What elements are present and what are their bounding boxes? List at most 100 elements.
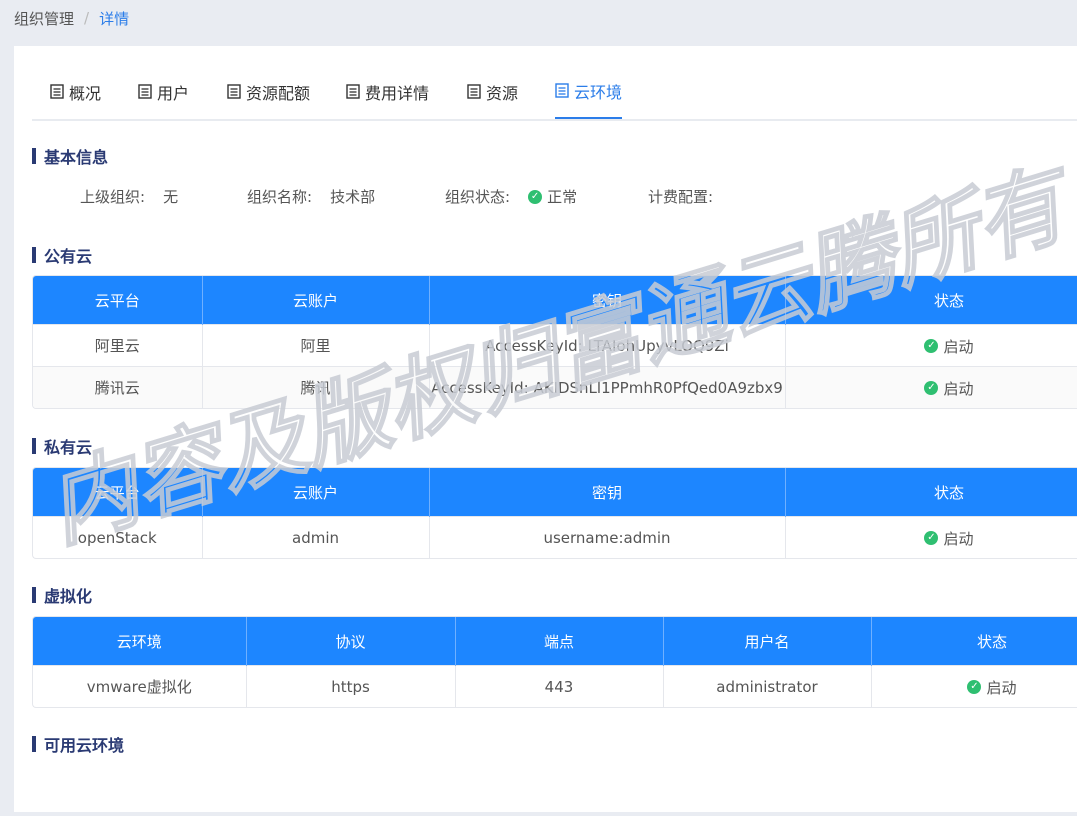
- info-value: 技术部: [330, 188, 376, 206]
- breadcrumb-separator: /: [84, 9, 90, 27]
- column-header: 用户名: [663, 617, 872, 666]
- tab-label: 云环境: [574, 82, 623, 102]
- document-list-icon: [467, 84, 481, 99]
- tab-resource-quota[interactable]: 资源配额: [227, 64, 310, 119]
- info-parent-org: 上级组织: 无: [80, 186, 178, 207]
- table-row[interactable]: vmware虚拟化 https 443 administrator ✓ 启动: [33, 665, 1077, 707]
- tab-bar: 概况 用户 资源配额 费用详情 资源 云环境: [32, 64, 1077, 121]
- column-header: 状态: [785, 468, 1077, 517]
- public-cloud-table: 云平台 云账户 密钥 状态 阿里云 阿里 AccessKeyId: LTAIoh…: [32, 275, 1077, 409]
- column-header: 密钥: [429, 276, 786, 325]
- breadcrumb-parent[interactable]: 组织管理: [14, 8, 74, 29]
- column-header: 云账户: [202, 276, 430, 325]
- table-header-row: 云平台 云账户 密钥 状态: [33, 276, 1077, 325]
- check-circle-icon: ✓: [924, 531, 939, 546]
- column-header: 云账户: [202, 468, 430, 517]
- table-row[interactable]: openStack admin username:admin ✓ 启动: [33, 516, 1077, 558]
- status-text: 启动: [943, 529, 974, 548]
- info-billing: 计费配置:: [648, 186, 713, 207]
- section-title-basic-info: 基本信息: [32, 146, 109, 167]
- info-value: ✓ 正常: [528, 186, 577, 207]
- breadcrumb: 组织管理 / 详情: [14, 6, 129, 30]
- info-label: 上级组织:: [80, 188, 146, 206]
- section-title-public-cloud: 公有云: [32, 245, 93, 266]
- table-row[interactable]: 腾讯云 腾讯 AccessKeyId: AKIDSnLl1PPmhR0PfQed…: [33, 366, 1077, 408]
- table-cell: 阿里云: [33, 324, 203, 367]
- column-header: 协议: [246, 617, 456, 666]
- check-circle-icon: ✓: [924, 381, 939, 396]
- detail-card: 概况 用户 资源配额 费用详情 资源 云环境 基本信息 上级组织: 无 组织名称…: [14, 46, 1077, 812]
- status-text: 正常: [547, 188, 578, 206]
- document-list-icon: [227, 84, 241, 99]
- column-header: 状态: [785, 276, 1077, 325]
- section-title-text: 虚拟化: [44, 587, 93, 606]
- table-cell-status: ✓ 启动: [871, 665, 1077, 707]
- tab-label: 概况: [69, 83, 102, 103]
- check-circle-icon: ✓: [967, 680, 982, 695]
- table-cell: vmware虚拟化: [33, 665, 247, 707]
- tab-cloud-environment[interactable]: 云环境: [555, 64, 623, 119]
- table-cell: openStack: [33, 516, 203, 558]
- table-cell: https: [246, 665, 456, 707]
- table-cell: administrator: [663, 665, 872, 707]
- section-title-text: 基本信息: [44, 148, 109, 167]
- tab-resources[interactable]: 资源: [467, 64, 518, 119]
- column-header: 云平台: [33, 276, 203, 325]
- tab-label: 用户: [157, 83, 190, 103]
- info-org-status: 组织状态: ✓ 正常: [445, 186, 577, 207]
- section-bar: [32, 247, 36, 263]
- column-header: 云环境: [33, 617, 247, 666]
- table-header-row: 云环境 协议 端点 用户名 状态: [33, 617, 1077, 666]
- table-header-row: 云平台 云账户 密钥 状态: [33, 468, 1077, 517]
- section-bar: [32, 148, 36, 164]
- info-value: 无: [163, 188, 179, 206]
- tab-overview[interactable]: 概况: [50, 64, 101, 119]
- document-list-icon: [138, 84, 152, 99]
- section-bar: [32, 438, 36, 454]
- section-bar: [32, 587, 36, 603]
- section-title-text: 公有云: [44, 247, 93, 266]
- column-header: 云平台: [33, 468, 203, 517]
- document-list-icon: [346, 84, 360, 99]
- table-cell: username:admin: [429, 516, 786, 558]
- table-cell: 腾讯: [202, 366, 430, 408]
- breadcrumb-current: 详情: [99, 9, 130, 28]
- section-title-virtualization: 虚拟化: [32, 585, 93, 606]
- table-cell: AccessKeyId: LTAIohUpyvLOQ9Zi: [429, 324, 786, 367]
- table-cell: 腾讯云: [33, 366, 203, 408]
- status-text: 启动: [986, 678, 1017, 697]
- table-cell: 443: [455, 665, 664, 707]
- column-header: 密钥: [429, 468, 786, 517]
- table-row[interactable]: 阿里云 阿里 AccessKeyId: LTAIohUpyvLOQ9Zi ✓ 启动: [33, 324, 1077, 367]
- section-title-text: 私有云: [44, 438, 93, 457]
- table-cell: 阿里: [202, 324, 430, 367]
- document-list-icon: [555, 83, 569, 98]
- column-header: 状态: [871, 617, 1077, 666]
- tab-label: 资源配额: [246, 83, 311, 103]
- info-label: 计费配置:: [648, 188, 714, 206]
- private-cloud-table: 云平台 云账户 密钥 状态 openStack admin username:a…: [32, 467, 1077, 559]
- check-circle-icon: ✓: [528, 189, 543, 204]
- status-text: 启动: [943, 379, 974, 398]
- table-cell: admin: [202, 516, 430, 558]
- table-cell-status: ✓ 启动: [785, 516, 1077, 558]
- tab-label: 费用详情: [365, 83, 430, 103]
- info-label: 组织名称:: [247, 188, 313, 206]
- section-bar: [32, 736, 36, 752]
- info-org-name: 组织名称: 技术部: [247, 186, 375, 207]
- table-cell: AccessKeyId: AKIDSnLl1PPmhR0PfQed0A9zbx9: [429, 366, 786, 408]
- section-title-private-cloud: 私有云: [32, 436, 93, 457]
- status-text: 启动: [943, 337, 974, 356]
- document-list-icon: [50, 84, 64, 99]
- section-title-available-cloud: 可用云环境: [32, 734, 125, 755]
- info-label: 组织状态:: [445, 188, 511, 206]
- column-header: 端点: [455, 617, 664, 666]
- table-cell-status: ✓ 启动: [785, 324, 1077, 367]
- section-title-text: 可用云环境: [44, 736, 125, 755]
- table-cell-status: ✓ 启动: [785, 366, 1077, 408]
- tab-label: 资源: [486, 83, 519, 103]
- tab-cost-details[interactable]: 费用详情: [346, 64, 429, 119]
- tab-users[interactable]: 用户: [138, 64, 189, 119]
- check-circle-icon: ✓: [924, 339, 939, 354]
- virtualization-table: 云环境 协议 端点 用户名 状态 vmware虚拟化 https 443 adm…: [32, 616, 1077, 708]
